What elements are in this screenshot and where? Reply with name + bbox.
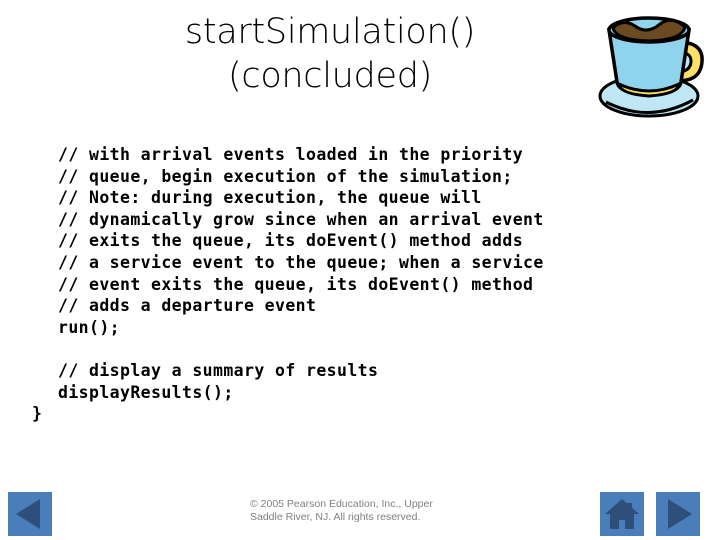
code-line: // dynamically grow since when an arriva… [58,209,544,229]
copyright-line-1: © 2005 Pearson Education, Inc., Upper [250,498,433,510]
page-title: startSimulation() (concluded) [70,10,590,98]
forward-button[interactable] [656,492,700,536]
code-line: // Note: during execution, the queue wil… [58,188,482,208]
page-title-line-2: (concluded) [228,56,432,96]
code-line: // with arrival events loaded in the pri… [58,145,524,164]
code-line: // adds a departure event [58,296,317,316]
code-line: // exits the queue, its doEvent() method… [58,231,524,251]
code-line: // display a summary of results [58,360,379,380]
slide-canvas: startSimulation() (concluded) // with ar… [0,0,720,540]
code-closing-brace: } [32,404,43,424]
home-button[interactable] [600,492,644,536]
code-line: // event exits the queue, its doEvent() … [58,274,534,294]
back-button[interactable] [8,492,52,536]
triangle-left-icon [16,499,40,529]
code-block: // with arrival events loaded in the pri… [30,144,670,425]
code-line: // a service event to the queue; when a … [58,252,544,272]
code-line: run(); [58,317,121,337]
page-title-line-1: startSimulation() [184,12,476,52]
copyright-footer: © 2005 Pearson Education, Inc., Upper Sa… [250,498,510,524]
coffee-cup-icon [586,4,718,128]
code-line: displayResults(); [58,382,234,402]
triangle-right-icon [668,499,692,529]
code-line: // queue, begin execution of the simulat… [58,166,513,186]
copyright-line-2: Saddle River, NJ. All rights reserved. [250,511,421,523]
